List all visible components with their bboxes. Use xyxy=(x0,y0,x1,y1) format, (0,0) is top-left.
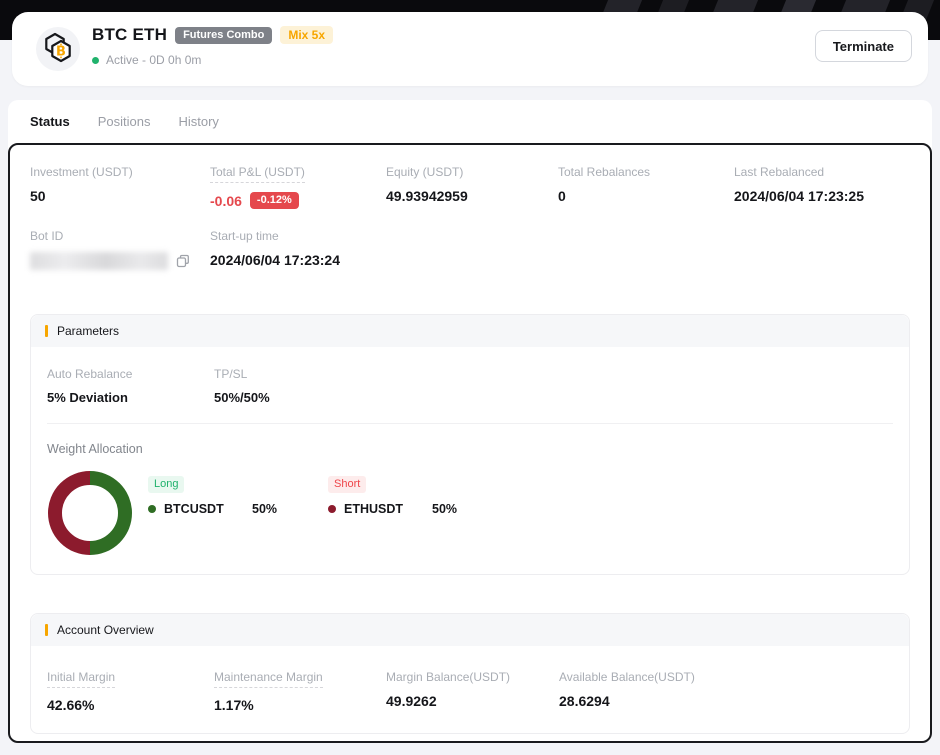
stat-equity: Equity (USDT) 49.93942959 xyxy=(386,165,558,209)
stat-bot-id: Bot ID xyxy=(30,229,210,270)
stat-value: 2024/06/04 17:23:24 xyxy=(210,252,920,268)
field-label: Available Balance(USDT) xyxy=(559,670,893,684)
legend-long: Long BTCUSDT 50% xyxy=(148,474,328,516)
weight-allocation-title: Weight Allocation xyxy=(47,442,893,456)
tab-history[interactable]: History xyxy=(178,114,218,129)
tab-positions[interactable]: Positions xyxy=(98,114,151,129)
weight-allocation-donut-chart xyxy=(47,470,133,556)
param-label: TP/SL xyxy=(214,367,893,381)
legend-short: Short ETHUSDT 50% xyxy=(328,474,508,516)
bot-id-redacted-value xyxy=(30,252,168,270)
stat-label: Total P&L (USDT) xyxy=(210,165,305,183)
param-value: 5% Deviation xyxy=(47,390,214,405)
active-status-text: Active - 0D 0h 0m xyxy=(106,53,201,67)
field-value: 49.9262 xyxy=(386,693,559,709)
stat-value: 50 xyxy=(30,188,210,204)
stat-label: Equity (USDT) xyxy=(386,165,558,179)
stats-row-1: Investment (USDT) 50 Total P&L (USDT) -0… xyxy=(10,145,930,209)
field-available-balance: Available Balance(USDT) 28.6294 xyxy=(559,670,893,713)
bot-type-badge: Futures Combo xyxy=(175,27,272,44)
account-overview-section: Account Overview Initial Margin 42.66% M… xyxy=(30,613,910,734)
legend-weight: 50% xyxy=(252,502,277,516)
param-value: 50%/50% xyxy=(214,390,893,405)
stat-label: Investment (USDT) xyxy=(30,165,210,179)
tab-status[interactable]: Status xyxy=(30,114,70,129)
donut-legend: Long BTCUSDT 50% Short ETHUSDT 50% xyxy=(148,474,508,516)
section-accent-bar xyxy=(45,624,48,636)
stat-investment: Investment (USDT) 50 xyxy=(30,165,210,209)
legend-weight: 50% xyxy=(432,502,457,516)
field-value: 42.66% xyxy=(47,697,214,713)
section-title: Account Overview xyxy=(57,623,154,637)
status-panel: Investment (USDT) 50 Total P&L (USDT) -0… xyxy=(8,143,932,743)
bot-detail-card: Status Positions History Investment (USD… xyxy=(8,100,932,743)
field-maintenance-margin: Maintenance Margin 1.17% xyxy=(214,670,386,713)
section-divider xyxy=(47,423,893,424)
stat-label: Bot ID xyxy=(30,229,210,243)
parameters-fields: Auto Rebalance 5% Deviation TP/SL 50%/50… xyxy=(31,347,909,405)
hexagon-bitcoin-icon: B xyxy=(36,27,80,71)
param-tp-sl: TP/SL 50%/50% xyxy=(214,367,893,405)
stat-total-rebalances: Total Rebalances 0 xyxy=(558,165,734,209)
field-label: Initial Margin xyxy=(47,670,115,688)
active-status-dot xyxy=(92,57,99,64)
stats-row-2: Bot ID Start-up time 2024/06/04 17:23:24 xyxy=(10,209,930,270)
legend-symbol: BTCUSDT xyxy=(164,502,252,516)
stat-value: 49.93942959 xyxy=(386,188,558,204)
legend-symbol: ETHUSDT xyxy=(344,502,432,516)
stat-value: 0 xyxy=(558,188,734,204)
section-title: Parameters xyxy=(57,324,119,338)
stat-value: 2024/06/04 17:23:25 xyxy=(734,188,920,204)
parameters-header: Parameters xyxy=(31,315,909,347)
pnl-percent-badge: -0.12% xyxy=(250,192,299,209)
terminate-button[interactable]: Terminate xyxy=(815,30,912,62)
copy-icon[interactable] xyxy=(176,254,190,268)
param-auto-rebalance: Auto Rebalance 5% Deviation xyxy=(47,367,214,405)
parameters-section: Parameters Auto Rebalance 5% Deviation T… xyxy=(30,314,910,575)
weight-allocation-chart-row: Long BTCUSDT 50% Short ETHUSDT 50% xyxy=(47,470,893,556)
account-overview-fields: Initial Margin 42.66% Maintenance Margin… xyxy=(31,646,909,733)
short-badge: Short xyxy=(328,476,366,493)
stat-label: Last Rebalanced xyxy=(734,165,920,179)
stat-label: Total Rebalances xyxy=(558,165,734,179)
stat-last-rebalanced: Last Rebalanced 2024/06/04 17:23:25 xyxy=(734,165,920,209)
account-overview-header: Account Overview xyxy=(31,614,909,646)
field-margin-balance: Margin Balance(USDT) 49.9262 xyxy=(386,670,559,713)
leverage-badge: Mix 5x xyxy=(280,26,333,44)
tab-bar: Status Positions History xyxy=(8,100,932,143)
stat-total-pnl: Total P&L (USDT) -0.06 -0.12% xyxy=(210,165,386,209)
legend-dot-btcusdt xyxy=(148,505,156,513)
field-value: 28.6294 xyxy=(559,693,893,709)
bot-avatar: B xyxy=(36,27,80,71)
field-label: Margin Balance(USDT) xyxy=(386,670,559,684)
long-badge: Long xyxy=(148,476,184,493)
legend-dot-ethusdt xyxy=(328,505,336,513)
field-value: 1.17% xyxy=(214,697,386,713)
field-initial-margin: Initial Margin 42.66% xyxy=(47,670,214,713)
param-label: Auto Rebalance xyxy=(47,367,214,381)
section-accent-bar xyxy=(45,325,48,337)
bot-title: BTC ETH xyxy=(92,25,167,45)
bot-header-card: B BTC ETH Futures Combo Mix 5x Active - … xyxy=(12,12,928,86)
pnl-value: -0.06 xyxy=(210,193,242,209)
stat-label: Start-up time xyxy=(210,229,920,243)
field-label: Maintenance Margin xyxy=(214,670,323,688)
stat-startup-time: Start-up time 2024/06/04 17:23:24 xyxy=(210,229,920,270)
